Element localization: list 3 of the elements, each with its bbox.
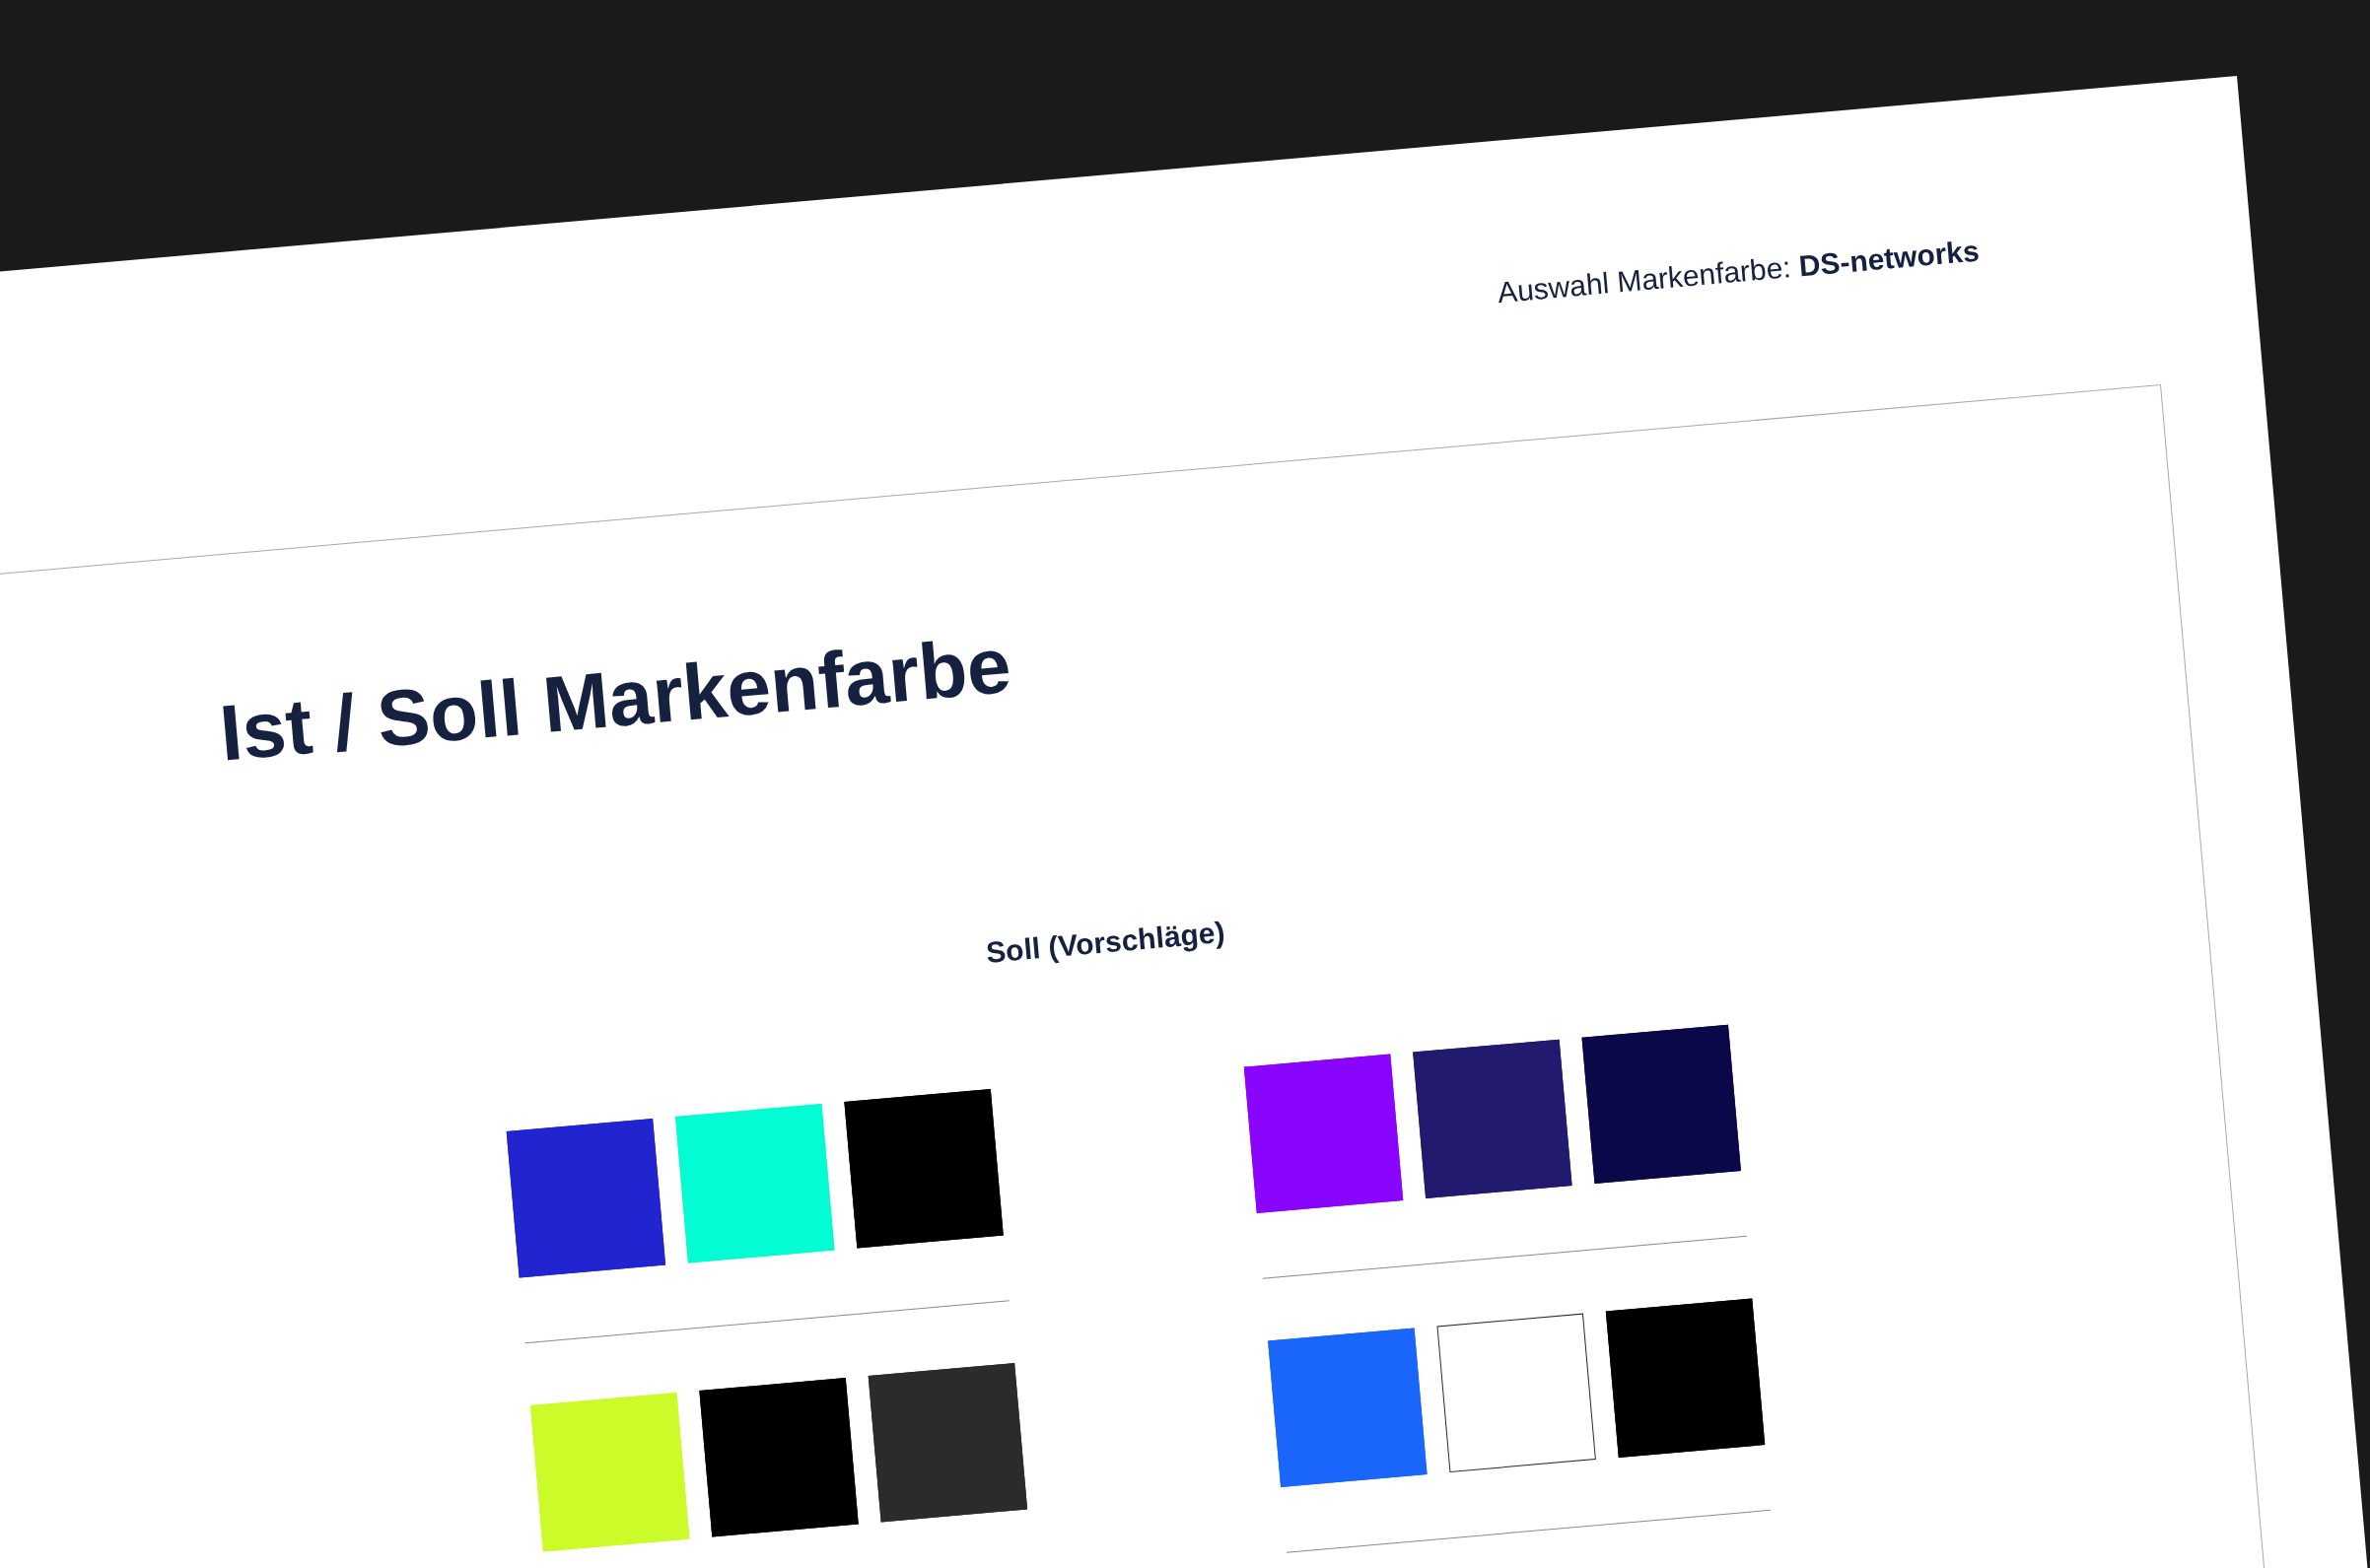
page-title: Ist / Soll Markenfarbe: [216, 619, 1015, 780]
page-header-text: Auswahl Markenfarbe: DS-networks: [1496, 233, 1982, 311]
section-title: Soll (Vorschläge): [984, 914, 1226, 971]
